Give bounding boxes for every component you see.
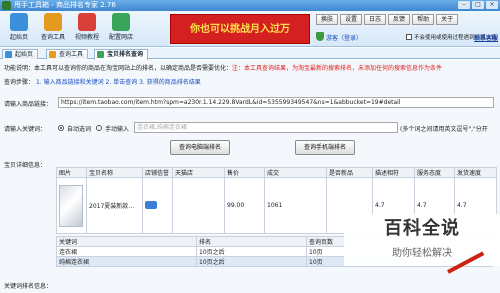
feedback-button[interactable]: 反馈 [388, 14, 411, 25]
window-title: 甩手工具箱 - 商品排名专家 2.76 [14, 1, 116, 9]
product-name: 2017夏装新款… [86, 177, 143, 234]
query-pc-rank-button[interactable]: 查询电脑端排名 [170, 140, 230, 155]
minimize-button[interactable]: – [458, 1, 470, 9]
settings-button[interactable]: 设置 [340, 14, 363, 25]
contact-support-link[interactable]: 联系客服 [474, 33, 498, 42]
toolbar-video-tutorial[interactable]: 视频教程 [72, 13, 102, 45]
home-icon [5, 51, 12, 58]
about-button[interactable]: 关于 [436, 14, 459, 25]
home-icon [10, 13, 28, 31]
shop-settings-icon [112, 13, 130, 31]
skin-button[interactable]: 换肤 [316, 14, 339, 25]
product-sales: 1061 [264, 177, 327, 234]
login-status[interactable]: 游客（登录） [326, 33, 362, 42]
product-thumbnail [59, 184, 83, 227]
keyword-rank-label: 关键词排名信息： [4, 283, 53, 290]
title-bar: 甩手工具箱 - 商品排名专家 2.76 – □ × [0, 0, 500, 11]
product-price: 99.00 [224, 177, 265, 234]
manual-input-radio[interactable] [96, 125, 102, 131]
toolbar-query-tools[interactable]: 查询工具 [38, 13, 68, 45]
query-mobile-rank-button[interactable]: 查询手机端排名 [295, 140, 355, 155]
toolbar-start-page[interactable]: 起始页 [4, 13, 34, 45]
promo-banner[interactable]: 你也可以挑战月入过万 [170, 14, 310, 44]
manual-input-label: 手动输入 [105, 126, 130, 133]
toolbar-config-shop[interactable]: 配置网店 [106, 13, 136, 45]
help-button[interactable]: 帮助 [412, 14, 435, 25]
shop-credit-icon [145, 200, 157, 209]
app-icon [2, 1, 11, 10]
function-description: 功能说明：本工具可以查询你的商品在淘宝网站上的排名，以确定商品是否需要优化：注：… [4, 65, 443, 72]
detail-label: 宝贝详细信息： [4, 162, 47, 169]
magnifier-icon [49, 51, 56, 58]
keyword-input[interactable]: 连衣裙,纯棉连衣裙 [134, 122, 398, 133]
magnifier-icon [44, 13, 62, 31]
window-controls: – □ × [458, 1, 498, 9]
url-label: 请输入商品链接： [4, 101, 53, 108]
top-buttons: 换肤 设置 日志 反馈 帮助 关于 [316, 14, 459, 25]
video-icon [78, 13, 96, 31]
query-steps: 查询步骤： 1. 输入商品链接和关键词 2. 单击查询 3. 获得的商品排名结果 [4, 79, 201, 86]
tab-start-page[interactable]: 起始页 [2, 49, 39, 59]
table-header: 图片 宝贝名称 店铺信誉 天猫店 售价 成交 是否新品 描述相符 服务态度 发货… [56, 167, 497, 178]
keyword-label: 请输入关键词： [4, 126, 47, 133]
tab-product-rank[interactable]: 宝贝排名查询 [94, 49, 149, 60]
rank-icon [97, 51, 104, 58]
auto-select-label: 自动选词 [67, 126, 92, 133]
shield-icon [316, 32, 324, 41]
help-checkbox[interactable] [406, 34, 412, 40]
keyword-hint: (多个词之间请用英文逗号","分开 [400, 126, 488, 133]
account-bar: 游客（登录） 不会使用或使用过程遇到问题，请 联系客服 [316, 30, 500, 44]
auto-select-radio[interactable] [58, 125, 64, 131]
tab-strip: 起始页 查询工具 宝贝排名查询 [0, 48, 500, 60]
tab-query-tools[interactable]: 查询工具 [46, 49, 89, 59]
log-button[interactable]: 日志 [364, 14, 387, 25]
product-url-input[interactable]: https://item.taobao.com/item.htm?spm=a23… [58, 97, 494, 108]
close-button[interactable]: × [486, 1, 498, 9]
maximize-button[interactable]: □ [472, 1, 484, 9]
